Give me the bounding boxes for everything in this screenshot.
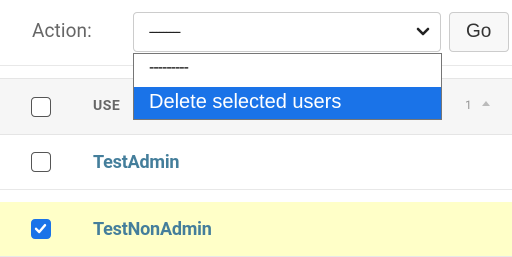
username-link[interactable]: TestNonAdmin <box>93 219 212 240</box>
row-checkbox[interactable] <box>31 152 51 172</box>
action-select[interactable]: --------- <box>133 12 441 52</box>
go-button[interactable]: Go <box>449 12 509 52</box>
action-option-delete-selected[interactable]: Delete selected users <box>134 87 441 119</box>
action-label: Action: <box>32 19 92 42</box>
table-row-selected: TestNonAdmin <box>0 202 512 257</box>
table-row: TestAdmin <box>0 135 512 190</box>
username-link[interactable]: TestAdmin <box>93 152 179 173</box>
chevron-down-icon <box>416 27 430 36</box>
action-option-placeholder[interactable]: --------- <box>134 58 441 89</box>
select-all-checkbox[interactable] <box>31 97 51 117</box>
action-dropdown-list: --------- Delete selected users <box>133 53 442 120</box>
checkmark-icon <box>34 224 47 234</box>
sort-priority[interactable]: 1 <box>465 98 472 112</box>
sort-ascending-icon[interactable] <box>481 99 491 107</box>
column-header-username[interactable]: USE <box>93 98 120 114</box>
row-checkbox-checked[interactable] <box>31 219 51 239</box>
action-select-value: --------- <box>149 22 181 41</box>
